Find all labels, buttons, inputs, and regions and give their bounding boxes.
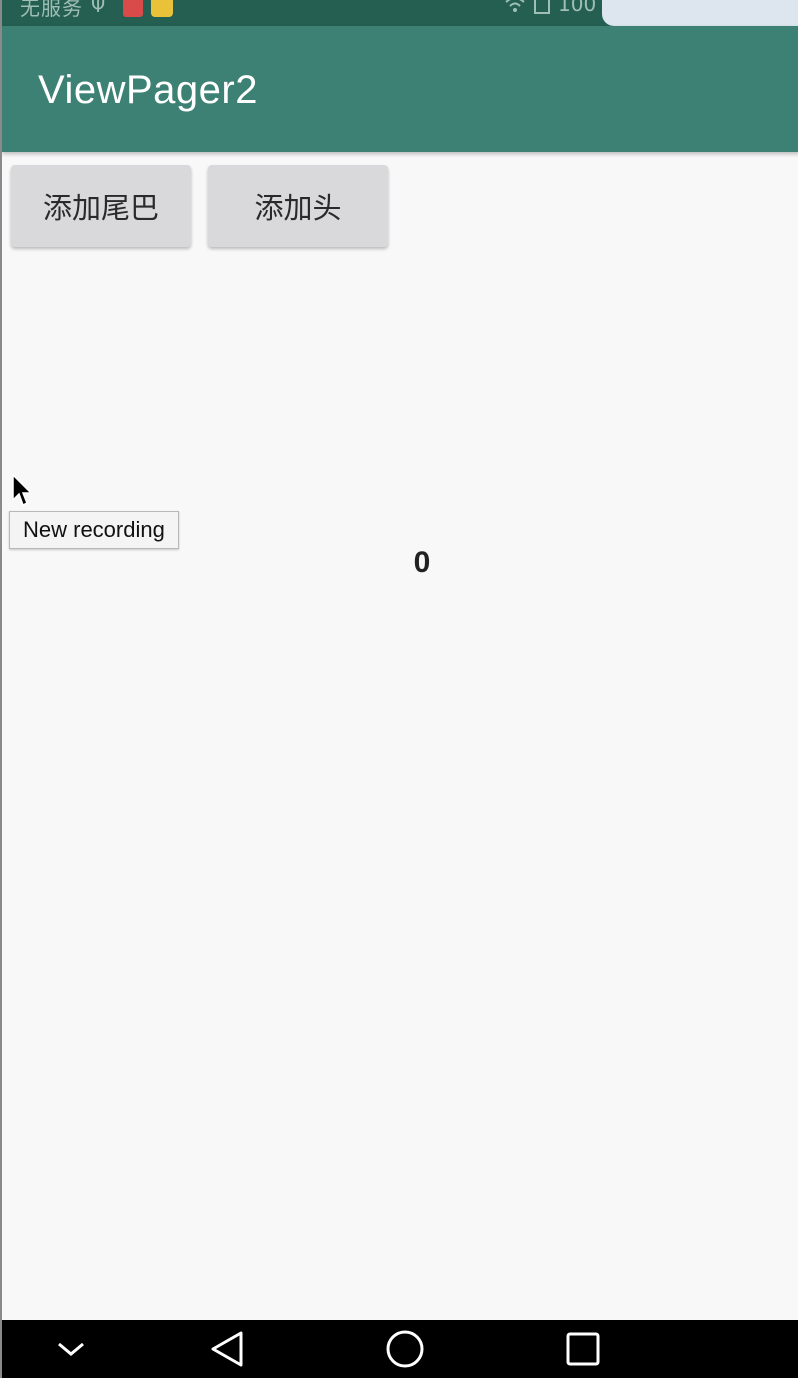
pager-page-number: 0 — [413, 546, 431, 579]
notification-app-icon-2 — [151, 0, 174, 17]
nav-back-button[interactable] — [202, 1320, 252, 1378]
tooltip-text: New recording — [23, 517, 165, 542]
page-title: ViewPager2 — [38, 68, 258, 112]
wifi-icon — [505, 0, 525, 12]
battery-icon — [534, 0, 550, 14]
nav-recent-button[interactable] — [558, 1320, 608, 1378]
recent-square-icon — [566, 1332, 600, 1366]
carrier-status: 无服务 — [20, 0, 83, 20]
nav-hide-button[interactable] — [46, 1320, 96, 1378]
battery-level: 100 — [558, 0, 597, 16]
phone-screen: 无服务 Ψ 100 ViewPager2 添加尾巴 添加头 0 New reco… — [0, 0, 798, 1378]
usb-icon: Ψ — [91, 0, 106, 17]
status-right: 100 — [504, 0, 596, 16]
status-left: 无服务 Ψ — [20, 0, 174, 21]
add-head-button[interactable]: 添加头 — [208, 165, 388, 247]
app-toolbar: ViewPager2 — [2, 26, 798, 152]
nav-home-button[interactable] — [380, 1320, 430, 1378]
floating-overlay-panel — [602, 0, 798, 26]
tooltip: New recording — [9, 511, 179, 549]
cursor-icon — [12, 474, 32, 507]
home-circle-icon — [386, 1330, 424, 1368]
add-tail-button[interactable]: 添加尾巴 — [11, 165, 191, 247]
back-triangle-icon — [211, 1331, 243, 1367]
status-bar: 无服务 Ψ 100 — [2, 0, 798, 26]
system-navigation-bar — [2, 1320, 798, 1378]
chevron-down-icon — [58, 1342, 84, 1356]
notification-app-icon — [123, 0, 144, 17]
